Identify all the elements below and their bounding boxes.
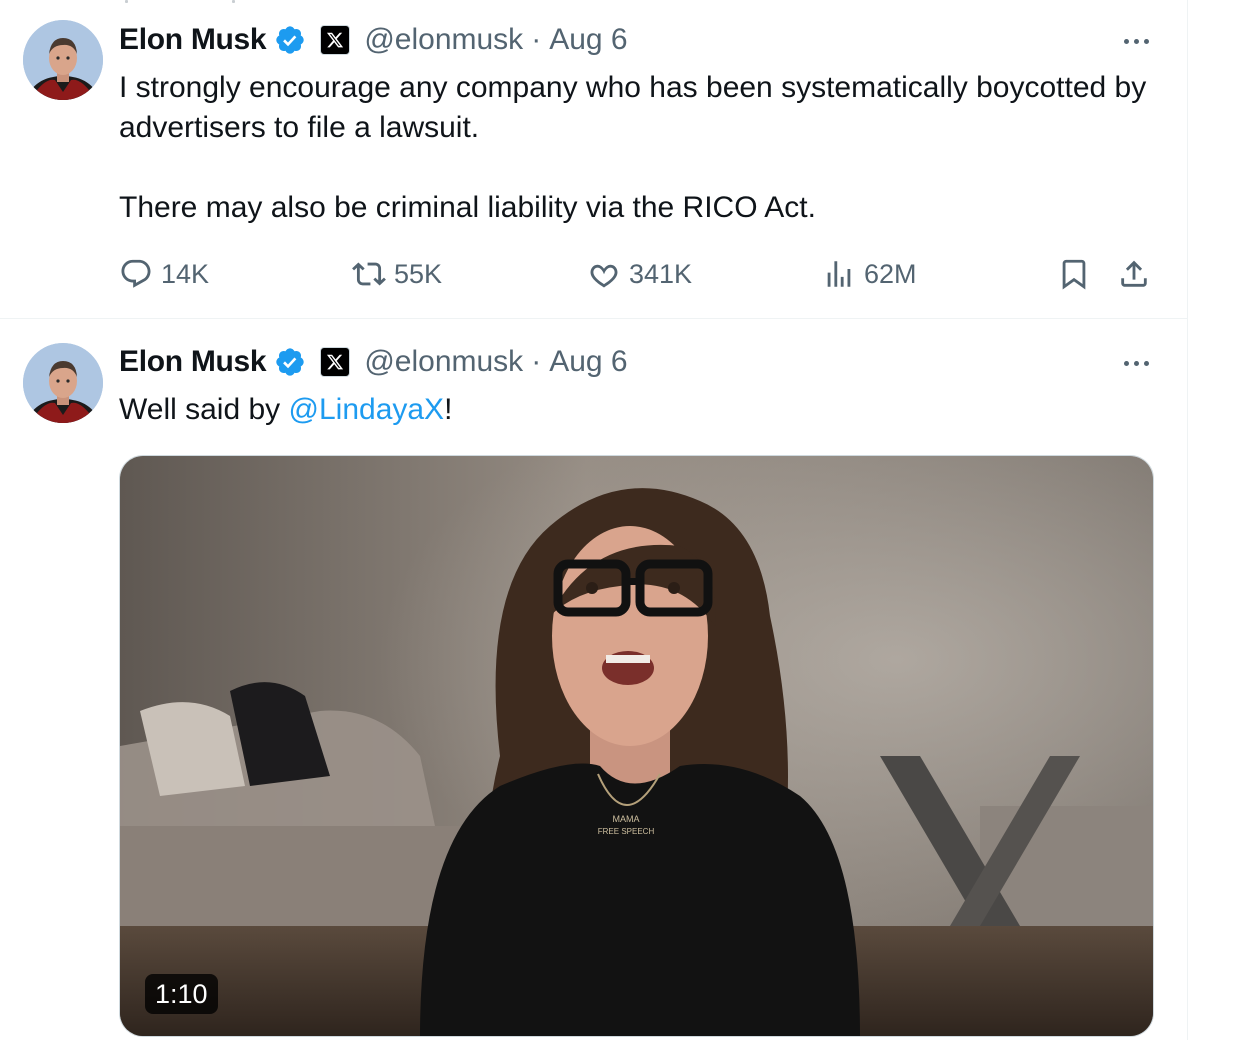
more-icon[interactable] — [1116, 26, 1156, 56]
author-name[interactable]: Elon Musk — [119, 23, 267, 57]
x-affiliate-icon[interactable] — [320, 347, 351, 377]
verified-badge-icon[interactable] — [274, 24, 306, 56]
necklace-text: MAMA — [613, 814, 640, 824]
repost-icon — [352, 262, 386, 286]
author-handle[interactable]: @elonmusk — [364, 23, 523, 57]
like-count: 341K — [629, 258, 693, 289]
tweet-text-suffix: ! — [444, 393, 453, 426]
repost-count: 55K — [394, 258, 443, 289]
avatar[interactable] — [23, 343, 103, 423]
tweet-text: Well said by @LindayaX! — [119, 390, 1159, 430]
mention-link[interactable]: @LindayaX — [289, 393, 445, 426]
bookmark-button[interactable] — [1057, 250, 1091, 298]
author-name[interactable]: Elon Musk — [119, 345, 267, 379]
views-icon — [827, 261, 851, 287]
video-thumbnail: MAMA FREE SPEECH — [120, 456, 1153, 1036]
tweet-text-prefix: Well said by — [119, 393, 289, 426]
reply-button[interactable]: 14K — [119, 250, 209, 298]
separator: · — [531, 23, 542, 56]
more-icon[interactable] — [1116, 348, 1156, 378]
share-button[interactable] — [1117, 250, 1151, 298]
like-icon — [590, 264, 618, 288]
tweet-date[interactable]: Aug 6 — [549, 23, 627, 57]
views-button[interactable]: 62M — [822, 250, 917, 298]
like-button[interactable]: 341K — [587, 250, 692, 298]
tweet-header: Elon Musk @elonmusk · Aug 6 — [119, 340, 628, 384]
tweet-text-paragraph: There may also be criminal liability via… — [119, 191, 816, 224]
reply-icon — [121, 259, 151, 288]
video-player[interactable]: MAMA FREE SPEECH 1:10 — [119, 455, 1154, 1037]
avatar[interactable] — [23, 20, 103, 100]
separator: · — [531, 345, 542, 378]
repost-button[interactable]: 55K — [352, 250, 442, 298]
reply-count: 14K — [161, 258, 210, 289]
author-handle[interactable]: @elonmusk — [364, 345, 523, 379]
verified-badge-icon[interactable] — [274, 346, 306, 378]
necklace-text: FREE SPEECH — [598, 827, 655, 836]
x-affiliate-icon[interactable] — [320, 25, 351, 55]
tweet[interactable]: Elon Musk @elonmusk · Aug 6 Well said by… — [0, 319, 1187, 1040]
share-icon — [1121, 260, 1147, 287]
tweet-date[interactable]: Aug 6 — [549, 345, 627, 379]
tweet-actions: 14K 55K 341K 62M — [119, 250, 1159, 298]
video-duration-badge: 1:10 — [145, 974, 218, 1014]
feed-column-border — [1187, 0, 1188, 1040]
bookmark-icon — [1062, 259, 1086, 290]
tweet-text-paragraph: I strongly encourage any company who has… — [119, 71, 1147, 144]
tweet-header: Elon Musk @elonmusk · Aug 6 — [119, 18, 628, 62]
tweet[interactable]: Elon Musk @elonmusk · Aug 6 I strongly e… — [0, 0, 1187, 319]
view-count: 62M — [864, 258, 917, 289]
